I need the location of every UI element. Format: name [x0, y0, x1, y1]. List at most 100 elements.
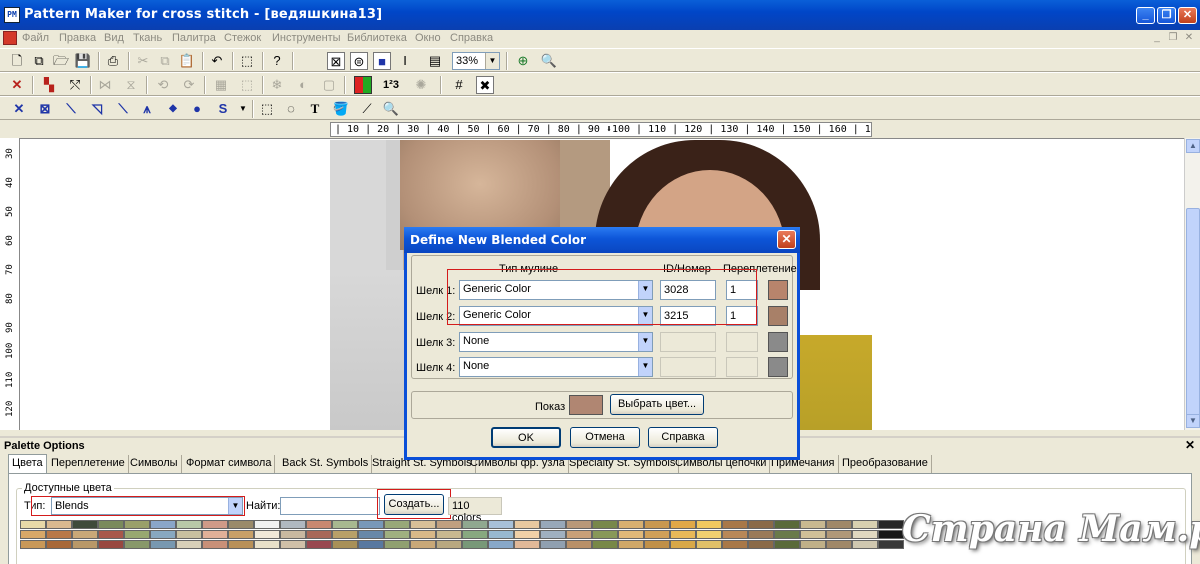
undo-icon[interactable]: ↶ [208, 52, 226, 70]
color-swatch[interactable] [592, 540, 618, 549]
color-swatch[interactable] [46, 540, 72, 549]
search-input[interactable] [280, 497, 380, 515]
menu-view[interactable]: Вид [104, 32, 124, 44]
color-swatch[interactable] [540, 520, 566, 529]
french-knot-icon[interactable]: ◆ [164, 100, 182, 118]
color-swatch[interactable] [410, 530, 436, 539]
menu-edit[interactable]: Правка [59, 32, 96, 44]
open-folder-icon[interactable]: 🗁 [52, 52, 70, 70]
color-swatch[interactable] [98, 540, 124, 549]
color-swatch[interactable] [254, 540, 280, 549]
eyedropper-icon[interactable]: ⟋ [358, 100, 376, 118]
color-swatch[interactable] [488, 520, 514, 529]
color-swatch[interactable] [878, 520, 904, 529]
color-swatch[interactable] [358, 540, 384, 549]
document-icon[interactable] [3, 31, 17, 45]
palette-colors-icon[interactable] [354, 76, 372, 94]
color-swatch[interactable] [410, 540, 436, 549]
minimize-button[interactable]: _ [1136, 7, 1155, 24]
chain-stitch-icon[interactable]: S [214, 100, 232, 118]
mdi-minimize-icon[interactable]: _ [1150, 31, 1164, 44]
ok-button[interactable]: OK [491, 427, 561, 448]
color-swatch[interactable] [436, 540, 462, 549]
replace-color-icon[interactable]: ⤲ [66, 76, 84, 94]
back-stitch-icon[interactable]: ⟍ [114, 100, 132, 118]
mdi-close-icon[interactable]: ✕ [1182, 31, 1196, 44]
color-swatch[interactable] [722, 520, 748, 529]
tab-symbol-format[interactable]: Формат символа [183, 455, 276, 473]
magnifier-icon[interactable]: 🔍 [382, 100, 400, 118]
color-block-icon[interactable]: ■ [373, 52, 391, 70]
color-swatch[interactable] [800, 540, 826, 549]
menu-palette[interactable]: Палитра [172, 32, 216, 44]
delete-stitch-icon[interactable]: ✕ [8, 76, 26, 94]
color-swatch[interactable] [20, 540, 46, 549]
color-swatch[interactable] [644, 540, 670, 549]
stitch-view-icon[interactable]: ⊠ [327, 52, 345, 70]
bead-icon[interactable]: ● [188, 100, 206, 118]
choose-color-button[interactable]: Выбрать цвет... [610, 394, 704, 415]
color-swatch[interactable] [670, 520, 696, 529]
cross-stitch-icon[interactable]: ✖ [476, 76, 494, 94]
color-swatch[interactable] [150, 540, 176, 549]
color-swatch[interactable] [332, 530, 358, 539]
snowflake-icon[interactable]: ❄ [268, 76, 286, 94]
color-swatch[interactable] [254, 520, 280, 529]
page-icon[interactable]: ▤ [426, 52, 444, 70]
color-swatch[interactable] [774, 520, 800, 529]
outline-select-icon[interactable]: ▢ [320, 76, 338, 94]
text-cursor-icon[interactable]: I [396, 52, 414, 70]
color-swatch[interactable] [72, 520, 98, 529]
color-swatch[interactable] [826, 530, 852, 539]
color-swatch[interactable] [800, 530, 826, 539]
color-swatch[interactable] [696, 530, 722, 539]
color-swatch[interactable] [306, 540, 332, 549]
new-window-icon[interactable]: ⧉ [30, 52, 48, 70]
color-swatch[interactable] [644, 530, 670, 539]
sun-icon[interactable]: ✺ [412, 76, 430, 94]
color-swatch[interactable] [826, 520, 852, 529]
color-swatch[interactable] [306, 530, 332, 539]
new-file-icon[interactable]: 🗋 [8, 52, 26, 70]
tab-symbols[interactable]: Символы [127, 455, 182, 473]
close-button[interactable]: ✕ [1178, 7, 1197, 24]
color-swatch[interactable] [20, 530, 46, 539]
grid-icon[interactable]: # [450, 76, 468, 94]
color-swatch[interactable] [176, 540, 202, 549]
color-swatch[interactable] [878, 540, 904, 549]
scroll-thumb[interactable] [1186, 208, 1200, 418]
rotate-right-icon[interactable]: ⟳ [180, 76, 198, 94]
color-swatch[interactable] [72, 530, 98, 539]
color-swatch[interactable] [462, 540, 488, 549]
cancel-button[interactable]: Отмена [570, 427, 640, 448]
color-swatch[interactable] [124, 520, 150, 529]
mdi-restore-icon[interactable]: ❐ [1166, 31, 1180, 44]
color-swatch[interactable] [20, 520, 46, 529]
color-swatch[interactable] [618, 540, 644, 549]
color-swatch[interactable] [462, 520, 488, 529]
color-swatch[interactable] [358, 520, 384, 529]
color-swatch[interactable] [254, 530, 280, 539]
color-swatch[interactable] [46, 520, 72, 529]
color-swatch[interactable] [384, 530, 410, 539]
color-swatch[interactable] [124, 540, 150, 549]
cut-icon[interactable]: ✂ [134, 52, 152, 70]
color-swatch[interactable] [150, 530, 176, 539]
numbering-icon[interactable]: 1²3 [382, 76, 400, 94]
color-swatch[interactable] [228, 540, 254, 549]
rotate-left-icon[interactable]: ⟲ [154, 76, 172, 94]
color-swatch[interactable] [358, 530, 384, 539]
color-swatch[interactable] [670, 530, 696, 539]
color-swatch[interactable] [748, 530, 774, 539]
color-swatch[interactable] [748, 520, 774, 529]
help-button[interactable]: Справка [648, 427, 718, 448]
maximize-button[interactable]: ❐ [1157, 7, 1176, 24]
chevron-down-icon[interactable]: ▼ [234, 100, 252, 118]
half-stitch-diag-icon[interactable]: ⟍ [62, 100, 80, 118]
color-swatch[interactable] [176, 530, 202, 539]
color-swatch[interactable] [72, 540, 98, 549]
vertical-scrollbar[interactable]: ▲ ▼ [1184, 138, 1200, 430]
color-swatch[interactable] [488, 530, 514, 539]
color-swatch[interactable] [618, 520, 644, 529]
tab-back-stitch-symbols[interactable]: Back St. Symbols [279, 455, 373, 473]
